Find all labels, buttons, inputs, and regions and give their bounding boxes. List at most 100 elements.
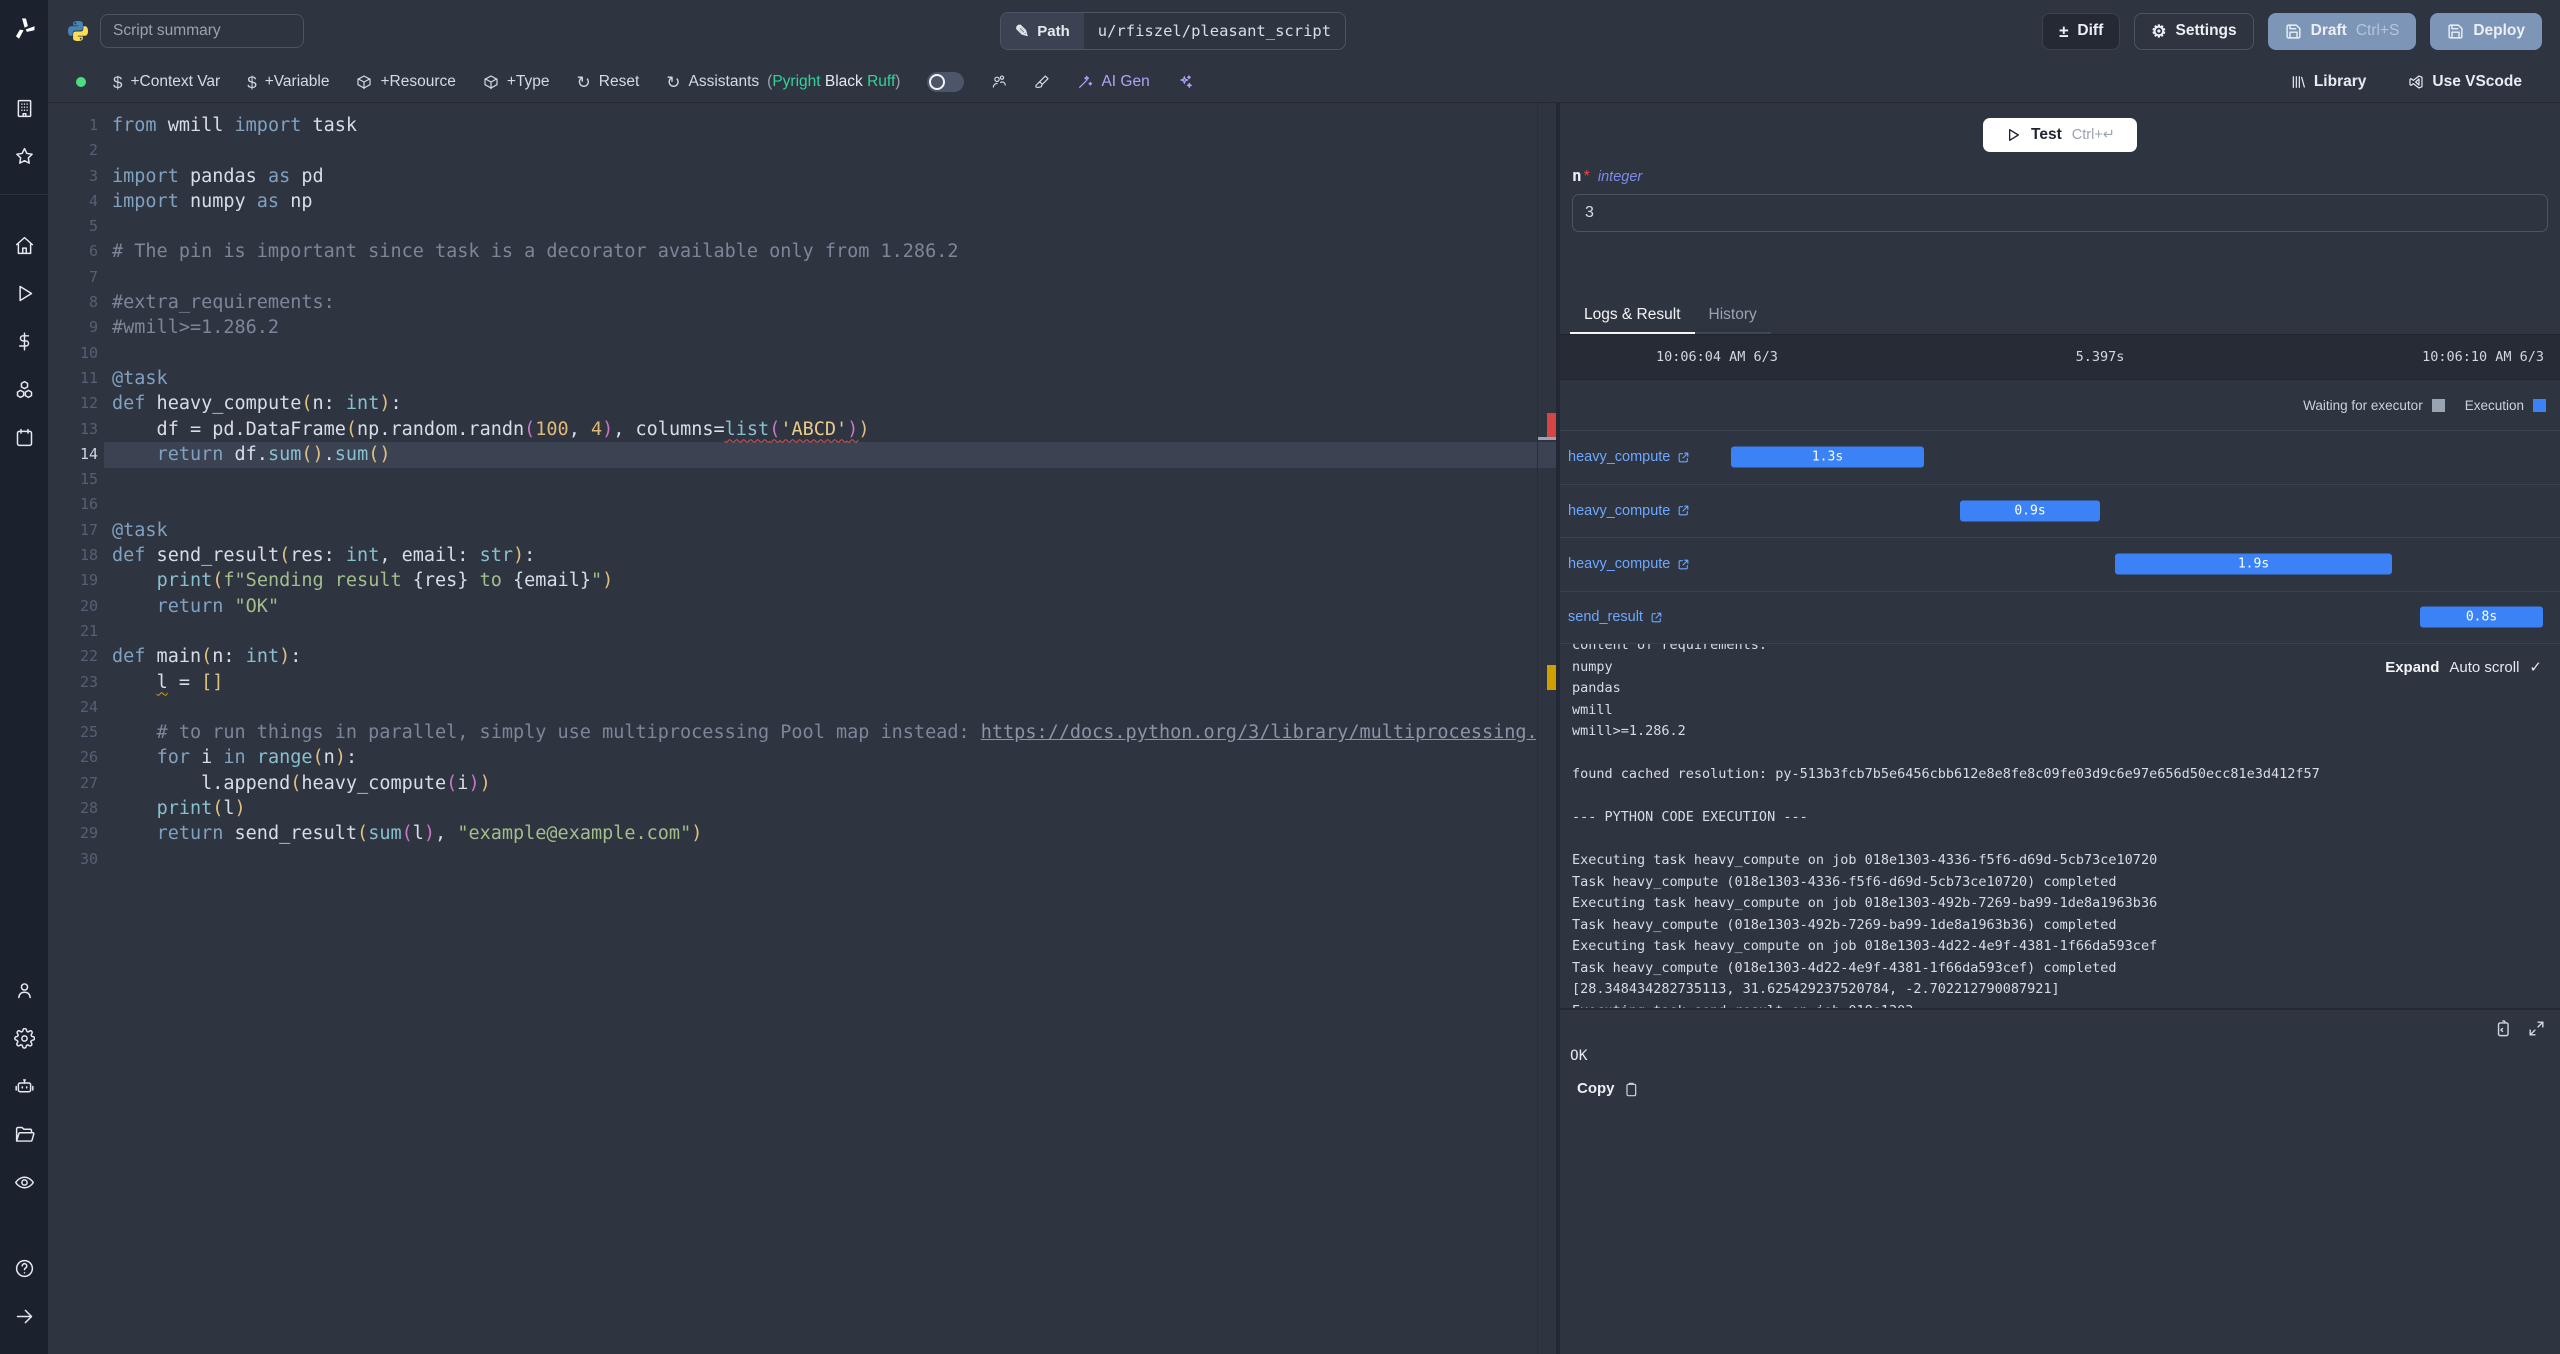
settings-button[interactable]: ⚙ Settings [2134,12,2254,50]
arg-n-input[interactable] [1572,194,2548,232]
code-line[interactable]: # The pin is important since task is a d… [112,239,1536,264]
deploy-button[interactable]: Deploy [2430,12,2542,50]
overview-ruler[interactable] [1537,103,1556,1354]
duration-bar[interactable]: 1.9s [2115,553,2392,575]
code-line[interactable] [112,619,1536,644]
add-resource-button[interactable]: +Resource [356,73,456,91]
code-line[interactable]: @task [112,366,1536,391]
save-icon [2448,23,2463,39]
add-context-var-button[interactable]: $ +Context Var [113,73,220,91]
robot-icon[interactable] [0,1062,48,1110]
autoscroll-toggle[interactable]: Auto scroll [2449,659,2519,676]
external-link-icon [1650,611,1663,624]
code-line[interactable]: def heavy_compute(n: int): [112,391,1536,416]
line-number: 6 [88,242,98,261]
copy-button[interactable]: Copy [1577,1080,2560,1097]
code-line[interactable]: #extra_requirements: [112,290,1536,315]
code-line[interactable]: return df.sum().sum() [112,442,1536,467]
check-icon: ✓ [2529,659,2542,676]
building-icon[interactable] [0,84,48,132]
code-line[interactable] [112,467,1536,492]
duration-bar[interactable]: 0.9s [1960,500,2100,522]
code-line[interactable]: #wmill>=1.286.2 [112,315,1536,340]
legend-item: Execution [2465,398,2546,413]
user-icon[interactable] [0,966,48,1014]
test-button[interactable]: Test Ctrl+↵ [1983,118,2137,152]
path-widget[interactable]: ✎ Path u/rfiszel/pleasant_script [1000,12,1347,50]
code-line[interactable] [112,265,1536,290]
log-output[interactable]: content of requirements: numpy pandas wmill… [1560,644,2560,1010]
code-line[interactable] [112,341,1536,366]
star-icon[interactable] [0,132,48,180]
code-line[interactable]: import pandas as pd [112,164,1536,189]
draft-button[interactable]: Draft Ctrl+S [2267,12,2417,50]
eye-icon[interactable] [0,1158,48,1206]
task-link[interactable]: heavy_compute [1568,503,1690,519]
boxes-icon[interactable] [0,365,48,413]
task-link[interactable]: heavy_compute [1568,556,1690,572]
library-button[interactable]: Library [2290,73,2366,91]
code-line[interactable] [112,138,1536,163]
code-line[interactable] [112,695,1536,720]
reset-button[interactable]: ↻ Reset [577,73,640,91]
play-icon [2009,129,2020,141]
sparkles-button[interactable] [1177,74,1193,90]
legend-item: Waiting for executor [2303,398,2445,413]
line-number: 14 [79,444,98,463]
code-line[interactable]: for i in range(n): [112,745,1536,770]
format-button[interactable] [1034,74,1050,90]
script-summary-input[interactable] [100,14,304,48]
add-type-button[interactable]: +Type [483,73,550,91]
line-number: 30 [79,849,98,868]
code-line[interactable]: return send_result(sum(l), "example@exam… [112,821,1536,846]
use-vscode-button[interactable]: Use VScode [2408,73,2522,91]
code-line[interactable]: df = pd.DataFrame(np.random.randn(100, 4… [112,417,1536,442]
code-line[interactable]: # to run things in parallel, simply use … [112,720,1536,745]
code-editor[interactable]: 1 2 3 4 5 6 7 8 9 10 11 12 13 14 15 16 17 18 19 20 21 22 23 24 2… [48,103,1556,1354]
code-line[interactable]: print(f"Sending result {res} to {email}"… [112,568,1536,593]
code-line[interactable]: def main(n: int): [112,644,1536,669]
code-line[interactable]: print(l) [112,796,1536,821]
assistants-button[interactable]: ↻ Assistants (Pyright Black Ruff) [666,73,900,91]
dollar-icon[interactable] [0,317,48,365]
line-number: 15 [79,470,98,489]
task-link[interactable]: heavy_compute [1568,449,1690,465]
top-bar: ✎ Path u/rfiszel/pleasant_script ± Diff … [48,0,2560,62]
arrow-right-icon[interactable] [0,1292,48,1340]
tab-history[interactable]: History [1694,300,1771,334]
diff-button[interactable]: ± Diff [2042,12,2121,50]
home-icon[interactable] [0,221,48,269]
tab-logs-result[interactable]: Logs & Result [1570,300,1695,334]
multiplayer-button[interactable] [991,74,1007,90]
code-line[interactable]: import numpy as np [112,189,1536,214]
code-line[interactable] [112,492,1536,517]
code-lines[interactable]: from wmill import task import pandas as … [112,113,1536,872]
copy-result-icon[interactable] [2493,1019,2512,1038]
code-line[interactable]: @task [112,518,1536,543]
play-icon[interactable] [0,269,48,317]
add-variable-button[interactable]: $ +Variable [247,73,329,91]
code-line[interactable]: def send_result(res: int, email: str): [112,543,1536,568]
code-line[interactable] [112,214,1536,239]
code-line[interactable]: l = [] [112,670,1536,695]
help-icon[interactable] [0,1244,48,1292]
draft-label: Draft [2310,22,2347,39]
library-icon [2292,76,2305,88]
duration-bar[interactable]: 0.8s [2420,606,2543,628]
expand-logs-button[interactable]: Expand [2385,659,2439,676]
calendar-icon[interactable] [0,413,48,461]
users-icon [993,75,1007,88]
code-line[interactable]: return "OK" [112,594,1536,619]
duration-bar[interactable]: 1.3s [1731,446,1924,468]
gear-icon[interactable] [0,1014,48,1062]
windmill-logo[interactable] [0,0,48,58]
folder-icon[interactable] [0,1110,48,1158]
fullscreen-icon[interactable] [2527,1019,2546,1038]
code-line[interactable]: from wmill import task [112,113,1536,138]
ai-gen-button[interactable]: AI Gen [1077,73,1150,91]
code-line[interactable]: l.append(heavy_compute(i)) [112,771,1536,796]
task-row: heavy_compute 1.3s [1560,430,2560,484]
task-link[interactable]: send_result [1568,609,1663,625]
assistant-toggle[interactable] [927,72,965,92]
code-line[interactable] [112,847,1536,872]
